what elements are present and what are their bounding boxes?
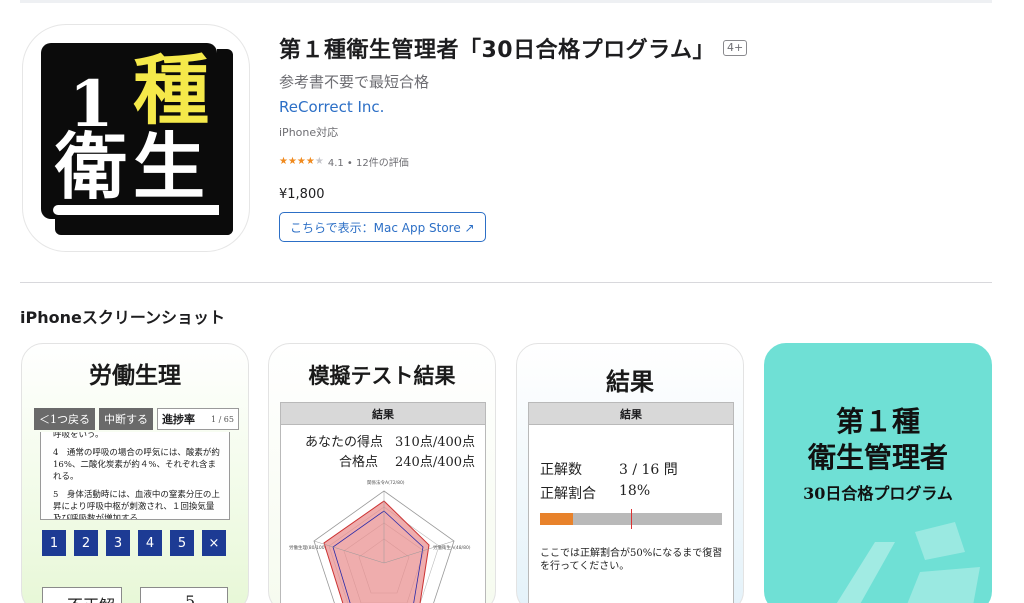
- radar-chart: [313, 490, 455, 603]
- question-item-5: 5 身体活動時には、血液中の窒素分圧の上昇により呼吸中枢が刺激され、１回換気量及…: [53, 490, 220, 520]
- result-panel: 結果 正解数 3 / 16 問 正解割合 18% ここでは正解割合が50%になる…: [528, 402, 734, 603]
- answer-button-1: 1: [42, 530, 66, 556]
- rate-value: 18%: [619, 483, 651, 499]
- compatibility-label: iPhone対応: [279, 126, 339, 139]
- app-info: 第１種衛生管理者「30日合格プログラム」 4+ 参考書不要で最短合格 ReCor…: [279, 32, 748, 242]
- pause-button: 中断する: [99, 408, 153, 430]
- price-label: ¥1,800: [279, 187, 325, 202]
- icon-glyph-ei: 衛: [55, 124, 128, 209]
- answer-button-5: 5: [170, 530, 194, 556]
- score-value: 310点/400点: [395, 435, 476, 450]
- promo-line-1: 第１種: [835, 405, 920, 438]
- answer-box: 5: [140, 587, 228, 603]
- screenshot-title: 労働生理: [89, 362, 181, 389]
- progress-value: 1 / 65: [210, 414, 234, 424]
- app-subtitle: 参考書不要で最短合格: [279, 73, 430, 91]
- mac-app-store-button[interactable]: こちらで表示：Mac App Store ↗: [279, 212, 486, 242]
- rating-row: ★★★★★ 4.1 • 12件の評価: [279, 154, 747, 169]
- result-panel: 結果 あなたの得点 310点/400点 合格点 240点/400点 関係法令A(…: [280, 402, 486, 603]
- top-divider: [20, 0, 992, 3]
- answer-number: 5: [185, 592, 196, 603]
- book-icon: 1 種 衛 生: [41, 43, 233, 235]
- progress-label: 進捗率: [162, 413, 195, 426]
- answer-button-x: ×: [202, 530, 226, 556]
- answer-button-3: 3: [106, 530, 130, 556]
- promo-line-2: 衛生管理者: [807, 441, 948, 474]
- screenshot-1[interactable]: 労働生理 ＜1つ戻る 中断する 進捗率 1 / 65 呼吸をいう。 4 通常の呼…: [21, 343, 249, 603]
- developer-link[interactable]: ReCorrect Inc.: [279, 98, 747, 116]
- answer-buttons: 1 2 3 4 5 ×: [42, 530, 234, 556]
- target-marker: [631, 509, 632, 529]
- age-rating-badge: 4+: [722, 40, 748, 56]
- rate-progress-fill: [540, 513, 573, 525]
- promo-line-3: 30日合格プログラム: [803, 484, 953, 503]
- pass-label: 合格点: [339, 455, 379, 470]
- answer-button-2: 2: [74, 530, 98, 556]
- screenshot-title: 結果: [606, 367, 654, 396]
- correct-label: 正解数: [540, 462, 582, 478]
- question-text-box: 呼吸をいう。 4 通常の呼吸の場合の呼気には、酸素が約16%、二酸化炭素が約４%…: [40, 432, 230, 520]
- panel-title: 結果: [281, 403, 485, 425]
- score-label: あなたの得点: [305, 435, 384, 450]
- decorative-brush-icon: [836, 522, 980, 603]
- pass-value: 240点/400点: [395, 455, 476, 470]
- answer-button-4: 4: [138, 530, 162, 556]
- judge-box: 不正解: [42, 587, 122, 603]
- section-divider: [20, 282, 992, 283]
- star-rating-icon: ★★★★★: [279, 156, 324, 167]
- screenshots-section-title: iPhoneスクリーンショット: [20, 308, 226, 327]
- question-item-4: 4 通常の呼吸の場合の呼気には、酸素が約16%、二酸化炭素が約４%、それぞれ含ま…: [53, 448, 220, 482]
- progress-box: 進捗率 1 / 65: [157, 408, 239, 430]
- screenshot-3[interactable]: 結果 結果 正解数 3 / 16 問 正解割合 18% ここでは正解割合が50%…: [516, 343, 744, 603]
- rating-text: 4.1 • 12件の評価: [327, 158, 409, 169]
- back-button: ＜1つ戻る: [34, 408, 95, 430]
- rate-label: 正解割合: [540, 486, 596, 502]
- icon-glyph-sei: 生: [133, 124, 206, 209]
- review-note: ここでは正解割合が50%になるまで復習を行ってください。: [540, 548, 723, 572]
- correct-value: 3 / 16 問: [619, 462, 678, 478]
- app-icon: 1 種 衛 生: [22, 24, 250, 252]
- rate-progress-bar: [540, 509, 722, 529]
- icon-glyph-shu: 種: [133, 46, 209, 135]
- screenshot-4[interactable]: 第１種 衛生管理者 30日合格プログラム: [764, 343, 992, 603]
- judge-text: 不正解: [67, 592, 115, 603]
- panel-title: 結果: [529, 403, 733, 425]
- screenshot-title: 模擬テスト結果: [308, 363, 456, 388]
- app-title: 第１種衛生管理者「30日合格プログラム」: [279, 38, 715, 63]
- question-text-top: 呼吸をいう。: [53, 432, 104, 440]
- screenshot-2[interactable]: 模擬テスト結果 結果 あなたの得点 310点/400点 合格点 240点/400…: [268, 343, 496, 603]
